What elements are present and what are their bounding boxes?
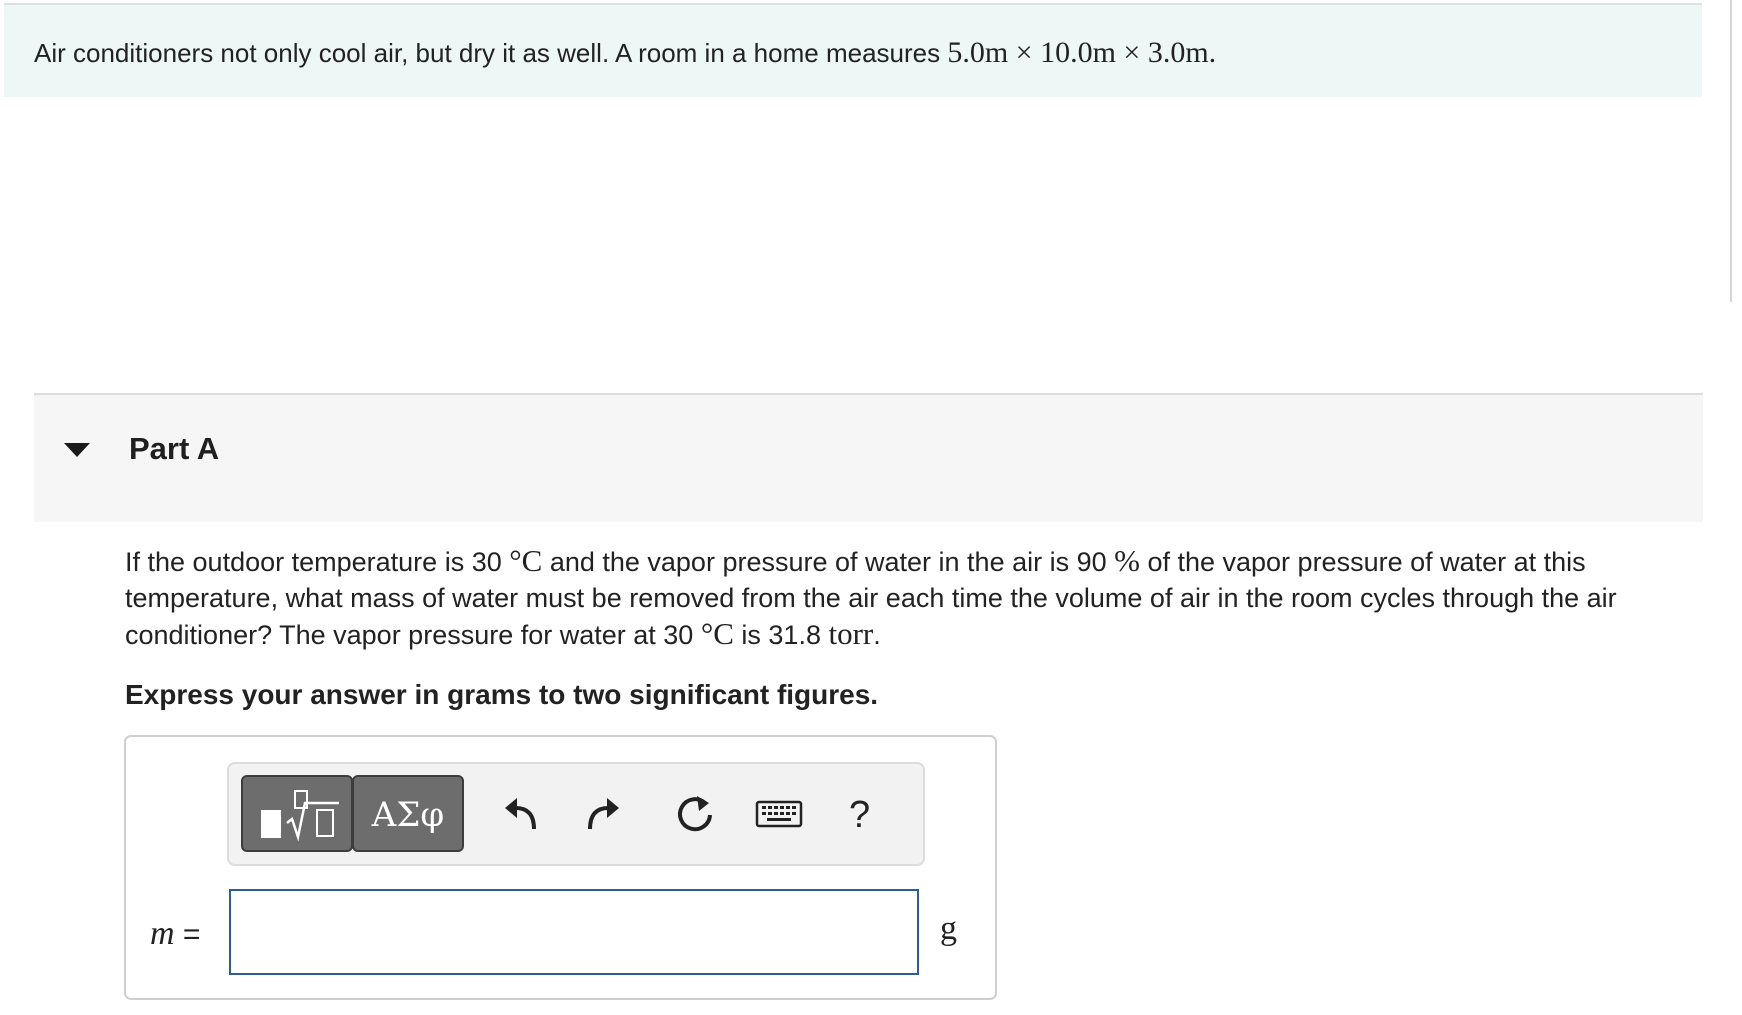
part-title: Part A — [129, 431, 220, 466]
problem-intro: Air conditioners not only cool air, but … — [4, 3, 1702, 97]
pressure-unit: torr — [828, 616, 874, 651]
question-text-1: If the outdoor temperature is 30 — [125, 547, 510, 577]
question-text: If the outdoor temperature is 30 °C and … — [125, 543, 1695, 653]
question-text-5: . — [873, 620, 881, 650]
greek-symbols-button[interactable]: ΑΣφ — [352, 775, 464, 852]
undo-icon[interactable] — [501, 794, 541, 834]
math-toolbar: ΑΣφ ? — [227, 762, 925, 866]
collapse-caret-icon[interactable] — [64, 443, 90, 457]
templates-icon — [261, 790, 339, 842]
reset-icon[interactable] — [675, 794, 715, 834]
answer-input[interactable] — [229, 889, 919, 975]
temperature-unit-2: °C — [700, 616, 734, 651]
question-text-4: is 31.8 — [733, 620, 829, 650]
intro-text: Air conditioners not only cool air, but … — [34, 38, 948, 68]
scrollbar-track — [1730, 0, 1732, 302]
answer-variable: m — [150, 915, 175, 952]
keyboard-icon[interactable] — [755, 794, 803, 834]
temperature-unit: °C — [509, 543, 543, 578]
greek-symbols-icon: ΑΣφ — [371, 795, 445, 835]
answer-unit: g — [940, 910, 957, 947]
help-icon[interactable]: ? — [849, 794, 870, 837]
equals-sign: = — [182, 918, 201, 951]
room-dimensions: 5.0m × 10.0m × 3.0m. — [947, 36, 1217, 69]
answer-variable-label: m = — [150, 915, 200, 953]
answer-instruction: Express your answer in grams to two sign… — [125, 679, 879, 710]
redo-icon[interactable] — [583, 794, 623, 834]
question-text-2: and the vapor pressure of water in the a… — [542, 547, 1115, 577]
templates-button[interactable] — [241, 775, 353, 852]
answer-panel: ΑΣφ ? m = g — [124, 735, 997, 1000]
percent-sign: % — [1114, 543, 1140, 578]
part-a-header[interactable]: Part A — [34, 393, 1703, 522]
